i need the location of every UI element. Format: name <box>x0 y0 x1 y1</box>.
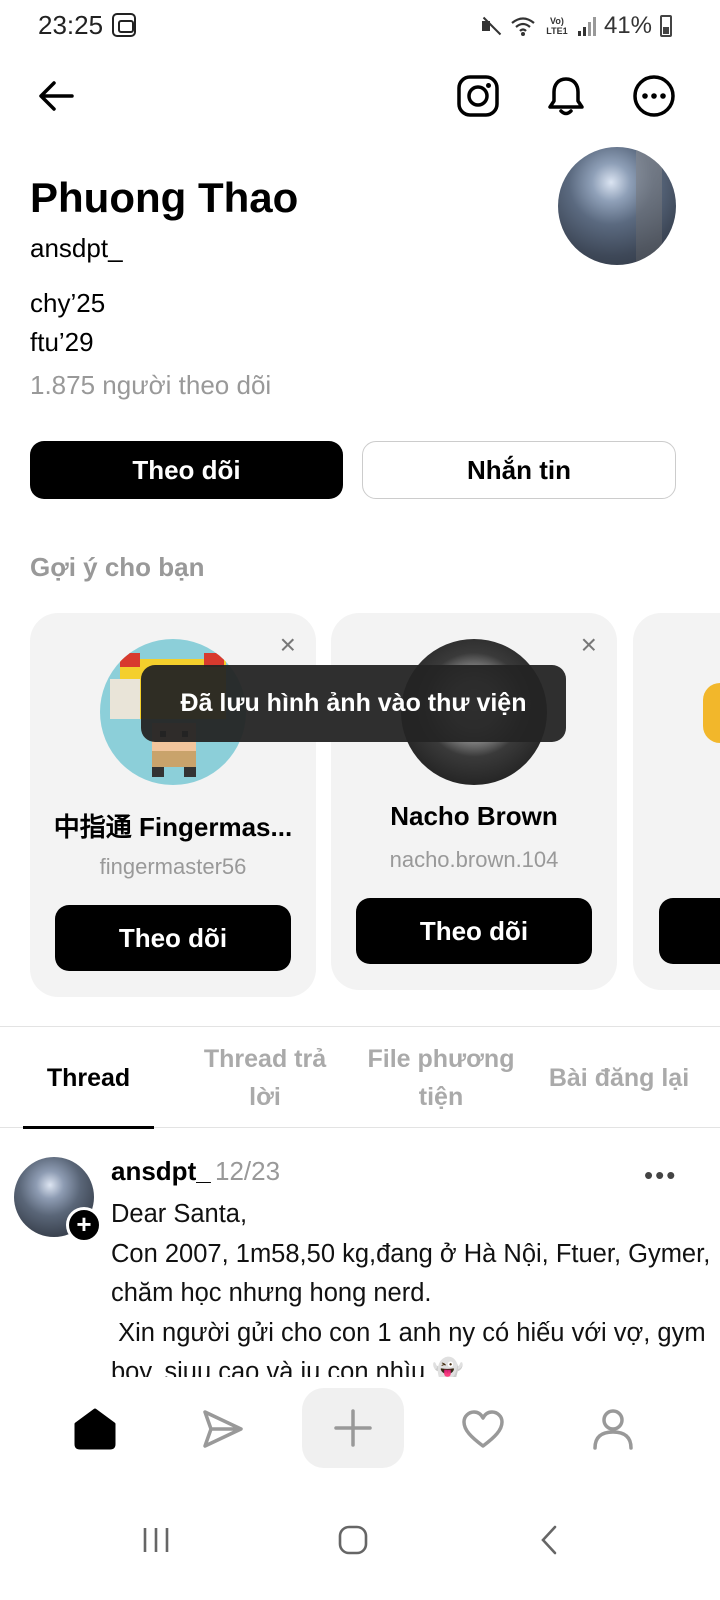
suggestion-follow-button[interactable] <box>659 898 720 964</box>
suggestion-handle: nacho.brown.104 <box>389 847 559 872</box>
heart-icon <box>462 1410 504 1448</box>
chevron-left-icon <box>541 1525 557 1555</box>
profile-handle: ansdpt_ <box>30 233 123 263</box>
post-date: 12/23 <box>215 1156 281 1186</box>
suggestion-handle: fingermaster56 <box>99 854 247 879</box>
nav-send[interactable] <box>192 1398 254 1460</box>
follow-plus-icon[interactable]: + <box>66 1207 102 1243</box>
plus-icon <box>334 1409 372 1447</box>
more-options-icon[interactable] <box>632 74 676 118</box>
home-icon <box>74 1408 116 1450</box>
send-icon <box>203 1410 243 1448</box>
tab-replies[interactable]: Thread trả lời <box>190 1027 340 1129</box>
system-back-button[interactable] <box>520 1510 580 1570</box>
profile-tabs: Thread Thread trả lời File phương tiện B… <box>0 1026 720 1129</box>
suggestion-name: Nacho Brown <box>390 801 558 831</box>
suggestion-follow-button[interactable]: Theo dõi <box>55 905 291 971</box>
battery-icon <box>660 15 672 37</box>
message-button[interactable]: Nhắn tin <box>362 441 676 499</box>
followers-count[interactable]: 1.875 người theo dõi <box>30 370 271 401</box>
signal-icon <box>577 16 596 36</box>
active-tab-indicator <box>23 1126 154 1129</box>
wifi-icon <box>511 17 535 36</box>
recent-apps-icon <box>143 1528 169 1552</box>
suggestions-title: Gợi ý cho bạn <box>30 552 205 582</box>
bottom-navigation <box>0 1380 720 1480</box>
status-indicators: Vo) LTE1 41% <box>480 10 672 42</box>
close-icon[interactable]: × <box>581 631 597 659</box>
bio-line: chy’25 <box>30 288 106 318</box>
recent-apps-button[interactable] <box>126 1510 186 1570</box>
tab-reposts[interactable]: Bài đăng lại <box>540 1027 698 1129</box>
bio-line: ftu’29 <box>30 327 94 357</box>
follow-button[interactable]: Theo dõi <box>30 441 343 499</box>
nav-home[interactable] <box>64 1398 126 1460</box>
close-icon[interactable]: × <box>280 631 296 659</box>
suggestion-follow-button[interactable]: Theo dõi <box>356 898 592 964</box>
gallery-notification-icon <box>112 13 136 37</box>
status-bar: 23:25 Vo) LTE1 41% <box>0 0 720 52</box>
tab-media[interactable]: File phương tiện <box>362 1027 520 1129</box>
post-username[interactable]: ansdpt_ <box>111 1156 211 1187</box>
nav-profile[interactable] <box>582 1398 644 1460</box>
nav-compose[interactable] <box>302 1388 404 1468</box>
home-button[interactable] <box>323 1510 383 1570</box>
suggestion-name: 中指通 Fingermas... <box>53 812 293 842</box>
bell-icon[interactable] <box>544 74 588 118</box>
instagram-icon[interactable] <box>456 74 500 118</box>
mute-icon <box>480 15 502 37</box>
status-time: 23:25 <box>38 10 104 40</box>
home-circle-icon <box>338 1525 368 1555</box>
post-more-icon[interactable]: ••• <box>644 1160 677 1191</box>
lte-indicator: Vo) LTE1 <box>546 16 568 36</box>
nav-activity[interactable] <box>452 1398 514 1460</box>
tab-threads[interactable]: Thread <box>23 1027 154 1129</box>
post-text: Dear Santa, Con 2007, 1m58,50 kg,đang ở … <box>111 1200 711 1377</box>
battery-percentage: 41% <box>603 12 652 39</box>
system-navigation <box>0 1480 720 1600</box>
profile-avatar[interactable] <box>558 147 676 265</box>
profile-name: Phuong Thao <box>30 174 299 221</box>
toast-message: Đã lưu hình ảnh vào thư viện <box>141 665 566 742</box>
person-icon <box>593 1409 633 1450</box>
suggestion-card-partial[interactable] <box>633 613 720 990</box>
suggestion-avatar[interactable] <box>703 683 720 743</box>
back-arrow-icon[interactable] <box>36 76 76 116</box>
